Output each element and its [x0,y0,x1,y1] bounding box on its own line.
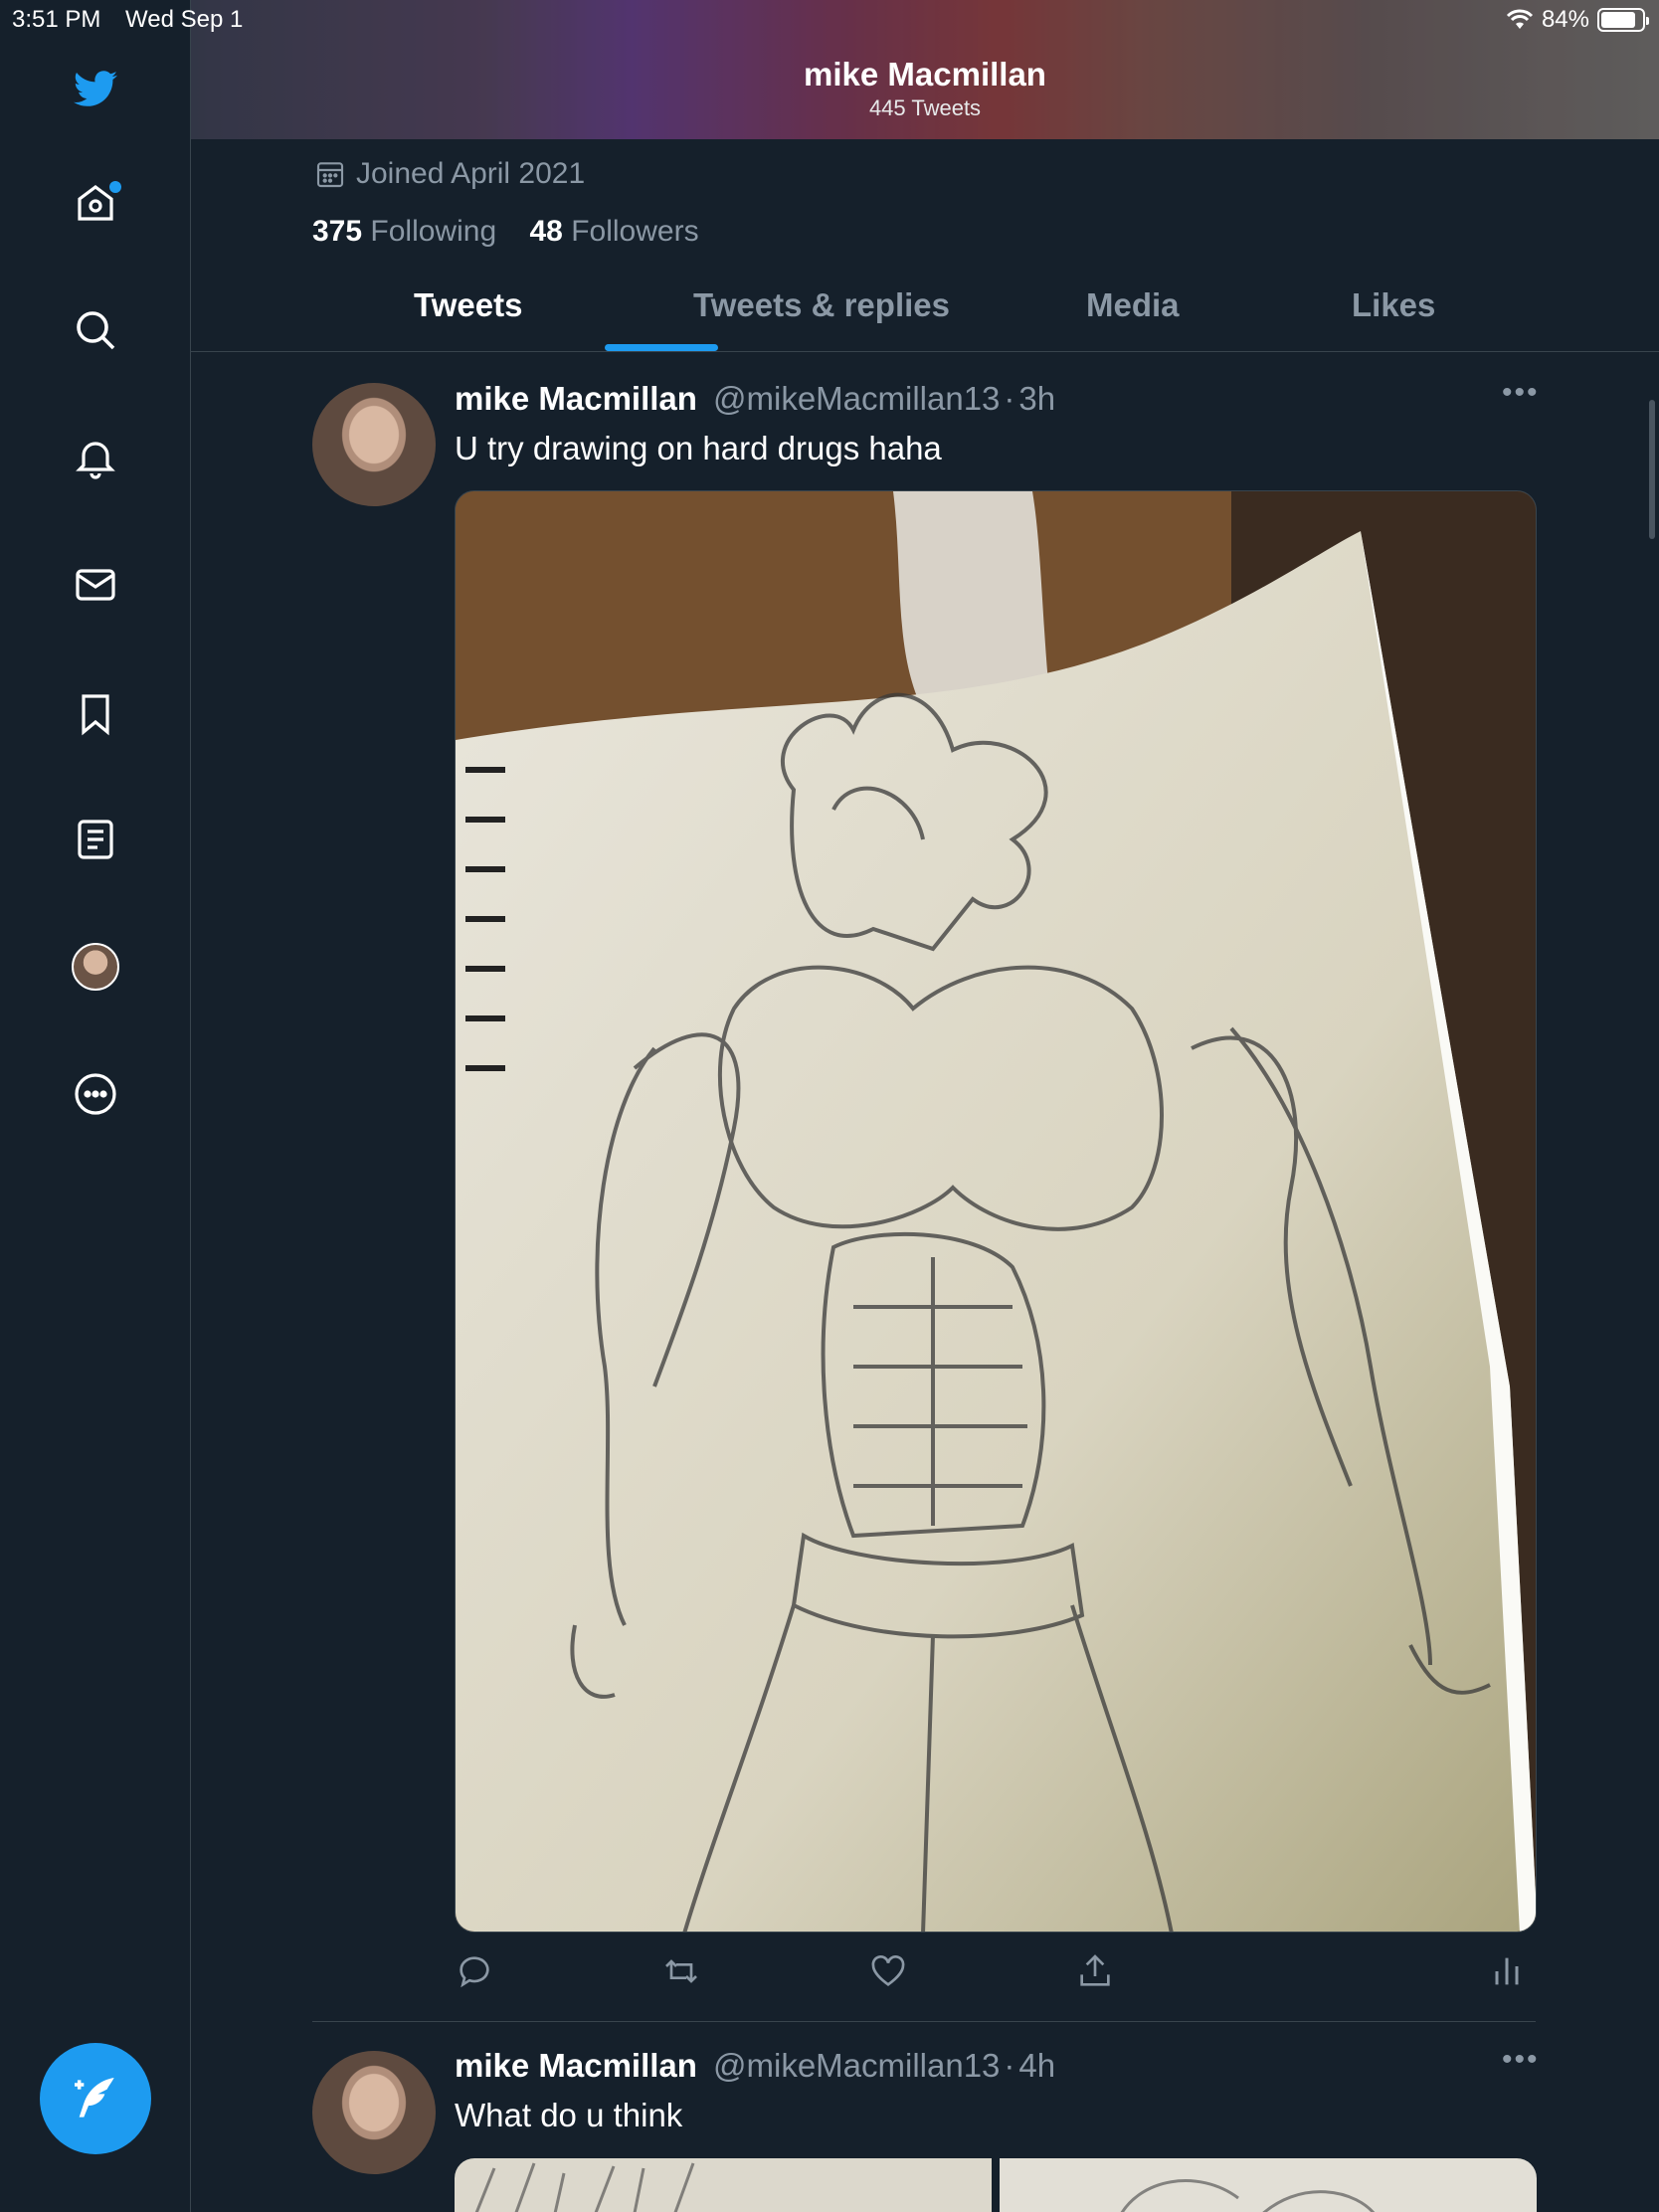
tweet-separator: · [1004,380,1015,417]
status-time: 3:51 PM [12,6,101,33]
tweet-avatar[interactable] [312,383,436,506]
tweet-handle[interactable]: @mikeMacmillan13 [713,380,1000,417]
tweet-more-icon[interactable]: ••• [1502,2043,1540,2077]
bell-icon[interactable] [64,426,127,489]
like-icon[interactable] [868,1951,908,1991]
tweet-author-name[interactable]: mike Macmillan [455,2047,697,2085]
avatar [72,943,119,991]
battery-icon [1597,8,1649,32]
tab-media[interactable]: Media [1086,286,1180,324]
more-icon[interactable] [64,1062,127,1126]
tweet-avatar[interactable] [312,2051,436,2174]
tweet-text: U try drawing on hard drugs haha [455,430,942,466]
home-icon[interactable] [64,171,127,235]
reply-icon[interactable] [455,1951,494,1991]
wifi-icon [1506,9,1534,29]
status-date: Wed Sep 1 [125,6,244,33]
sketch-thumb [1120,2179,1376,2212]
share-icon[interactable] [1075,1951,1115,1991]
tweet-time[interactable]: 4h [1018,2047,1055,2084]
header-title: mike Macmillan [804,56,1046,92]
tweet-media-image[interactable] [1000,2158,1537,2212]
joined-text: Joined April 2021 [356,157,586,190]
battery-percent: 84% [1541,6,1589,33]
sketch-thumb [474,2162,695,2212]
tweet-separator: · [1004,2047,1015,2084]
status-bar: 3:51 PM Wed Sep 1 84% [0,0,1659,40]
tweet-actions [455,1951,1549,1999]
profile-avatar-nav[interactable] [64,935,127,999]
calendar-icon [316,162,344,188]
followers-count: 48 [529,215,563,248]
tweet-handle[interactable]: @mikeMacmillan13 [713,2047,1000,2084]
twitter-logo-icon[interactable] [64,58,127,121]
twitter-profile-screen: mike Macmillan 445 Tweets 3:51 PM Wed Se… [0,0,1659,2212]
sketch-photo [456,491,1536,1932]
lists-icon[interactable] [64,808,127,871]
tab-tweets-replies[interactable]: Tweets & replies [693,286,950,324]
profile-tabs: Tweets Tweets & replies Media Likes [191,269,1659,352]
compose-tweet-button[interactable] [40,2043,151,2154]
status-right: 84% [1506,6,1649,34]
tweet-media-image[interactable] [455,490,1537,1933]
retweet-icon[interactable] [661,1951,701,1991]
tweet-text: What do u think [455,2097,683,2133]
scrollbar[interactable] [1649,400,1655,539]
follow-stats: 375 Following 48 Followers [312,215,699,249]
notification-dot [109,181,121,193]
tab-tweets[interactable]: Tweets [414,286,522,324]
joined-date: Joined April 2021 [314,157,585,191]
followers-label: Followers [571,215,699,248]
active-tab-indicator [605,344,718,351]
battery-fill [1601,12,1635,28]
following-label: Following [370,215,497,248]
tweet-media-image[interactable] [455,2158,992,2212]
mail-icon[interactable] [64,553,127,617]
tweet-more-icon[interactable]: ••• [1502,376,1540,410]
search-icon[interactable] [64,298,127,362]
sidebar [0,0,191,2212]
tweet-meta: @mikeMacmillan13 · 3h [713,380,1055,418]
bookmark-icon[interactable] [64,682,127,746]
tweet-divider [312,2021,1536,2022]
analytics-icon[interactable] [1487,1951,1527,1991]
tweet-time[interactable]: 3h [1018,380,1055,417]
header-tweet-count: 445 Tweets [868,95,982,120]
feather-plus-icon [75,2078,114,2118]
tweet-meta: @mikeMacmillan13 · 4h [713,2047,1055,2085]
tab-likes[interactable]: Likes [1352,286,1435,324]
following-count: 375 [312,215,363,248]
following-link[interactable]: 375 Following [312,215,496,248]
tweet-author-name[interactable]: mike Macmillan [455,380,697,418]
followers-link[interactable]: 48 Followers [529,215,698,248]
